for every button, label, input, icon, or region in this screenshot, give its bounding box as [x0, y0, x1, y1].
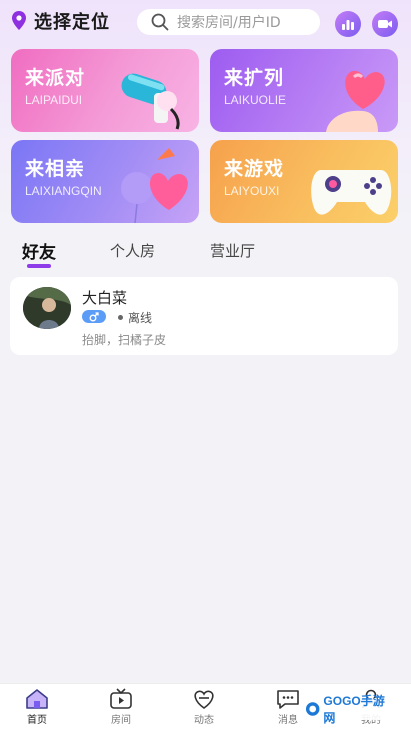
live-video-button[interactable] [372, 11, 398, 37]
active-tab-indicator [27, 264, 51, 268]
card-title: 来扩列 [224, 67, 285, 89]
card-subtitle: LAIXIANGQIN [25, 184, 102, 198]
heart-balloons-illustration [121, 148, 188, 223]
game-card[interactable]: 来游戏 LAIYOUXI [210, 140, 398, 223]
card-subtitle: LAIKUOLIE [224, 93, 287, 107]
top-bar: 选择定位 搜索房间/用户ID [0, 6, 411, 40]
card-subtitle: LAIPAIDUI [25, 93, 83, 107]
location-pin-icon [12, 11, 26, 30]
party-card[interactable]: 来派对 LAIPAIDUI [11, 49, 199, 132]
nav-moments[interactable]: 动态 [179, 688, 229, 726]
home-icon [26, 689, 48, 709]
nav-rooms[interactable]: 房间 [96, 688, 146, 726]
card-title: 来派对 [25, 67, 86, 89]
male-icon [89, 311, 99, 321]
nav-home[interactable]: 首页 [12, 688, 62, 726]
gamepad-illustration [311, 170, 392, 215]
card-subtitle: LAIYOUXI [224, 184, 280, 198]
friend-signature: 抬脚，扫橘子皮 [82, 333, 167, 347]
search-placeholder: 搜索房间/用户ID [177, 15, 281, 31]
microphone-illustration [121, 73, 180, 130]
card-title: 来相亲 [25, 158, 86, 180]
message-icon [277, 690, 299, 709]
heart-hand-illustration [326, 70, 385, 132]
search-input[interactable]: 搜索房间/用户ID [137, 9, 320, 35]
video-camera-icon [378, 20, 392, 28]
tab-personal-rooms[interactable]: 个人房 [110, 240, 155, 261]
tab-friends[interactable]: 好友 [22, 238, 56, 263]
nav-label: 首页 [27, 715, 47, 726]
location-label: 选择定位 [34, 12, 110, 33]
list-item[interactable]: 大白菜 离线 抬脚，扫橘子皮 [10, 277, 398, 355]
blind-date-card[interactable]: 来相亲 LAIXIANGQIN [11, 140, 199, 223]
gender-badge [82, 310, 106, 323]
location-selector[interactable]: 选择定位 [10, 8, 110, 34]
watermark-logo-icon [305, 702, 320, 716]
watermark: GOGO手游网 [302, 694, 394, 725]
ranking-button[interactable] [335, 11, 361, 37]
tv-icon [110, 688, 132, 709]
expand-list-card[interactable]: 来扩列 LAIKUOLIE [210, 49, 398, 132]
avatar[interactable] [23, 287, 71, 329]
friend-tabs: 好友 个人房 营业厅 [0, 238, 411, 268]
nav-label: 动态 [194, 715, 214, 726]
avatar-photo [23, 287, 71, 329]
watermark-text: GOGO手游网 [323, 694, 385, 725]
bar-chart-icon [342, 20, 354, 30]
online-status: 离线 [128, 311, 153, 325]
status-dot [118, 315, 123, 320]
friend-name: 大白菜 [82, 289, 128, 307]
card-title: 来游戏 [224, 158, 285, 180]
nav-label: 房间 [111, 715, 131, 726]
heart-chat-icon [194, 690, 214, 709]
search-icon [151, 13, 169, 31]
tab-business-hall[interactable]: 营业厅 [210, 240, 255, 261]
